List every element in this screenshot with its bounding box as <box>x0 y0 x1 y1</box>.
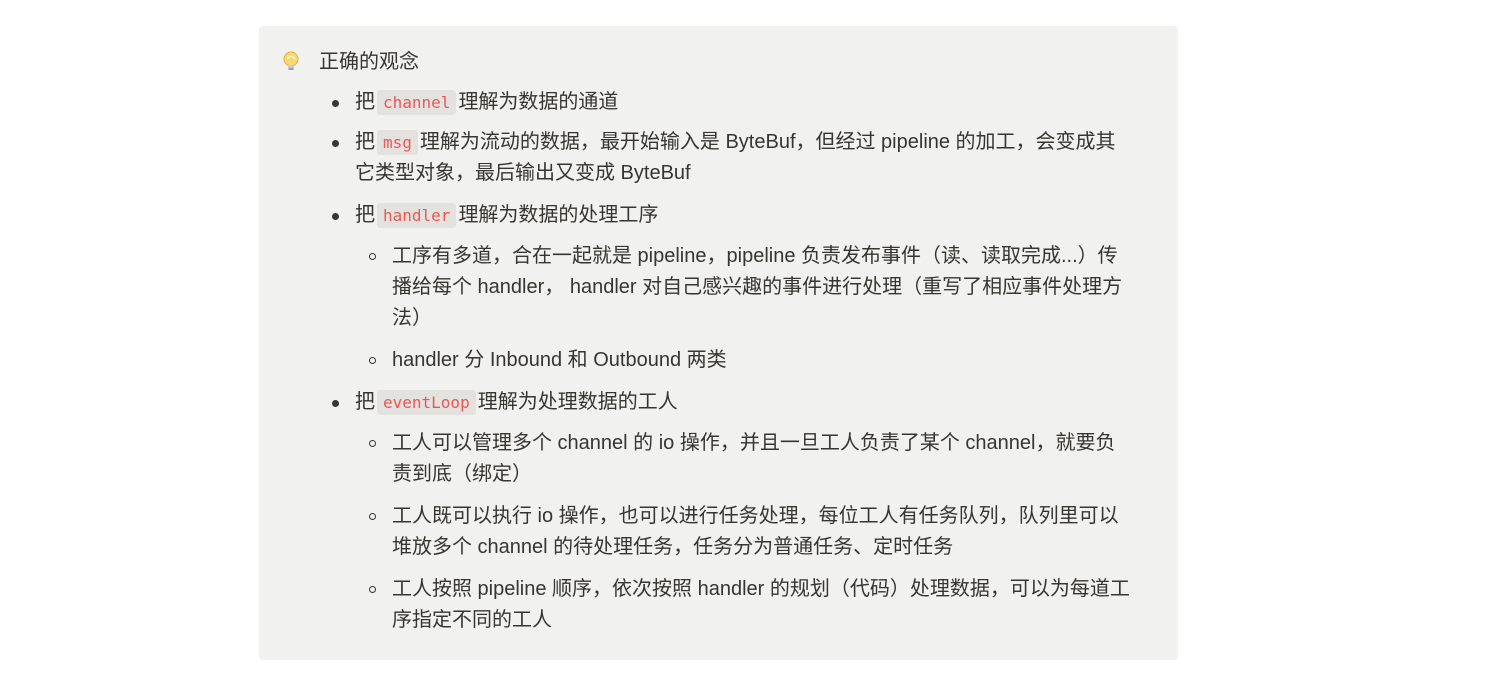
callout-title: 正确的观念 <box>319 51 419 73</box>
bullet-circle <box>369 440 376 447</box>
sub-list-item: 工人按照 pipeline 顺序，依次按照 handler 的规划（代码）处理数… <box>369 574 1162 636</box>
list-item: 把 eventLoop 理解为处理数据的工人 <box>332 387 1155 418</box>
bullet-dot <box>332 400 339 407</box>
bullet-circle <box>369 357 376 364</box>
bullet-dot <box>332 140 339 147</box>
list-item: 把 handler 理解为数据的处理工序 <box>332 200 1155 231</box>
list-item: 把 msg 理解为流动的数据，最开始输入是 ByteBuf，但经过 pipeline… <box>332 127 1155 189</box>
callout-block: 正确的观念 把 channel 理解为数据的通道 把 msg 理解为流动的数据，最开始输… <box>259 26 1178 660</box>
inline-code: msg <box>377 130 418 155</box>
inline-code: handler <box>377 203 457 228</box>
bullet-dot <box>332 100 339 107</box>
sub-list-item: 工人既可以执行 io 操作，也可以进行任务处理，每位工人有任务队列，队列里可以 … <box>369 501 1162 563</box>
list-item: 把 channel 理解为数据的通道 <box>332 87 1155 118</box>
bullet-dot <box>332 213 339 220</box>
bullet-circle <box>369 253 376 260</box>
bullet-circle <box>369 586 376 593</box>
sub-list-item: handler 分 Inbound 和 Outbound 两类 <box>369 345 1162 376</box>
inline-code: channel <box>377 90 457 115</box>
sub-list-item: 工序有多道，合在一起就是 pipeline，pipeline 负责发布事件（读、… <box>369 241 1162 334</box>
inline-code: eventLoop <box>377 390 476 415</box>
bullet-circle <box>369 513 376 520</box>
lightbulb-icon <box>281 50 301 74</box>
sub-list-item: 工人可以管理多个 channel 的 io 操作，并且一旦工人负责了某个 cha… <box>369 428 1162 490</box>
